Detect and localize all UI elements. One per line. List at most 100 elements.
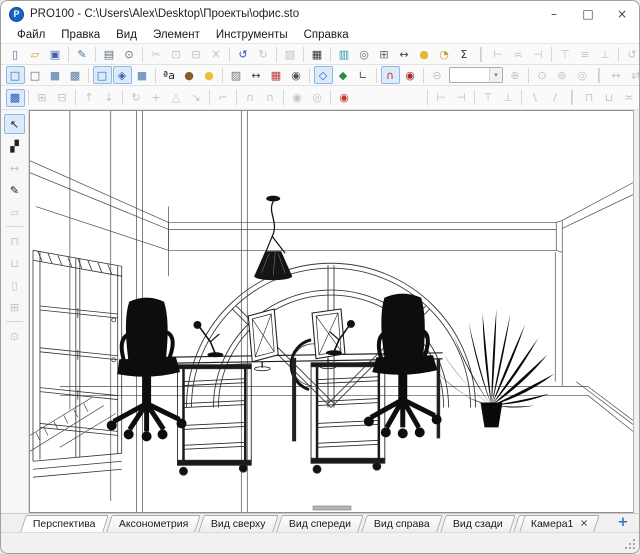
light-toggle-button[interactable]: ● [200,66,219,84]
box-solid-button[interactable]: ■ [133,66,152,84]
toolbar-separator [95,47,96,62]
toolbar-separator [618,47,619,62]
pointer-tool-button[interactable]: ↖ [4,114,25,134]
view-tab-вид-справа[interactable]: Вид справа [361,515,442,532]
zoom-level-combo[interactable]: ▾ [449,67,503,83]
material-sphere-button[interactable]: ● [180,66,199,84]
shelf-tool-icon: ⌐ [218,92,227,103]
project-structure-button[interactable]: ⊞ [375,45,394,63]
view-tab-аксонометрия[interactable]: Аксонометрия [106,515,201,532]
pointer-tool-icon: ↖ [10,119,19,130]
magnet-snap-icon: ∩ [386,70,394,81]
edit-element-button[interactable]: ✎ [73,45,92,63]
tab-camera1[interactable]: Камера1 × [519,515,599,532]
minimize-button[interactable]: – [537,1,571,27]
report-table-button[interactable]: ▥ [335,45,354,63]
combo-dropdown-icon[interactable]: ▾ [489,68,502,82]
menu-item-1[interactable]: Файл [9,29,53,41]
desk-left[interactable] [292,358,296,442]
find-in-project-button[interactable]: ◎ [355,45,374,63]
close-button[interactable]: × [605,1,639,27]
element-tool-button[interactable]: ▞ [4,136,25,156]
snap-corner-button[interactable]: ◇ [314,66,333,84]
menu-item-6[interactable]: Справка [296,29,357,41]
rotate-left-button: ↺ [623,45,640,63]
zoom-in-icon: ⊕ [510,70,519,81]
pencil-tool-button[interactable]: ✎ [4,180,25,200]
wardrobe[interactable] [33,250,122,477]
splitter-handle[interactable] [313,506,351,510]
resize-grip[interactable] [625,539,635,549]
toolbar-separator [598,68,600,83]
magnet-snap-button[interactable]: ∩ [381,66,400,84]
rotate-object-icon: ↻ [131,92,140,103]
grid-toggle-button[interactable]: ▦ [267,66,286,84]
undo-button[interactable]: ↺ [234,45,253,63]
print-preview-button[interactable]: ⊙ [120,45,139,63]
toolbar-separator [303,47,304,62]
auto-label-button[interactable]: ªa [160,66,179,84]
new-file-button[interactable]: ▯ [6,45,25,63]
view-sketch-button[interactable]: □ [26,66,45,84]
view-tab-вид-сверху[interactable]: Вид сверху [198,515,278,532]
view-tab-вид-сзади[interactable]: Вид сзади [440,515,515,532]
office-chair-right[interactable] [364,294,441,438]
open-file-icon: ▱ [31,49,39,60]
fitting-base-button: ⊔ [600,89,619,107]
maximize-button[interactable]: □ [571,1,605,27]
camera-tab-close-icon[interactable]: × [579,519,587,529]
hint-bulb-button[interactable]: ● [415,45,434,63]
select-region-button[interactable]: ▩ [6,89,25,107]
show-hidden-button: ◎ [308,89,327,107]
viewport-canvas[interactable] [29,110,634,513]
view-tab-перспектива[interactable]: Перспектива [20,515,108,532]
edge-band-bottom-icon: ⊥ [503,92,513,103]
edge-band-right-button: ⊣ [452,89,471,107]
select-region-icon: ▩ [10,92,20,103]
box-wireframe-button[interactable]: □ [93,66,112,84]
rotate-pivot-button[interactable]: ◉ [401,66,420,84]
print-button[interactable]: ▤ [100,45,119,63]
add-view-button[interactable]: + [615,515,631,530]
app-window: P PRO100 - C:\Users\Alex\Desktop\Проекты… [0,0,640,554]
wireframe-scene [30,111,633,512]
settings-grid-button[interactable]: ▦ [308,45,327,63]
edge-diag-right-icon: / [553,92,557,103]
group-objects-button: ⊞ [33,89,52,107]
print-preview-icon: ⊙ [124,49,133,60]
menu-item-2[interactable]: Правка [53,29,108,41]
help-support-icon: ◉ [339,92,349,103]
snap-edge-button[interactable]: ◆ [334,66,353,84]
edge-diag-right-button: / [546,89,565,107]
help-support-button[interactable]: ◉ [335,89,354,107]
toolbar-separator [229,47,230,62]
toolbar-gap [354,97,424,98]
ceiling-lamp[interactable] [254,196,292,281]
open-file-button[interactable]: ▱ [26,45,45,63]
plant[interactable] [437,309,555,427]
paste-button: ⊟ [187,45,206,63]
menu-item-4[interactable]: Элемент [145,29,208,41]
menu-item-3[interactable]: Вид [108,29,145,41]
price-list-button[interactable]: ◔ [435,45,454,63]
view-tab-вид-спереди[interactable]: Вид спереди [276,515,364,532]
box-edges-button[interactable]: ◈ [113,66,132,84]
rotate-object-button: ↻ [127,89,146,107]
show-dimensions-button[interactable]: ↔ [395,45,414,63]
align-bottom-button: ⊥ [596,45,615,63]
visibility-button[interactable]: ◉ [287,66,306,84]
menu-item-5[interactable]: Инструменты [208,29,296,41]
texture-fill-button[interactable]: ▨ [227,66,246,84]
align-edge-center-icon: ≍ [513,49,522,60]
lamp-wall-button: ∩ [261,89,280,107]
view-solid-button[interactable]: ■ [46,66,65,84]
view-textured-button[interactable]: ▩ [66,66,85,84]
save-file-button[interactable]: ▣ [46,45,65,63]
edge-band-top-icon: ⊤ [483,92,493,103]
office-chair-left[interactable] [107,298,186,441]
snap-axes-button[interactable]: ∟ [354,66,373,84]
calculate-sum-button[interactable]: Σ [455,45,474,63]
measure-button[interactable]: ↔ [247,66,266,84]
scale-object-icon: ↘ [191,92,200,103]
view-wireframe-button[interactable]: □ [6,66,25,84]
